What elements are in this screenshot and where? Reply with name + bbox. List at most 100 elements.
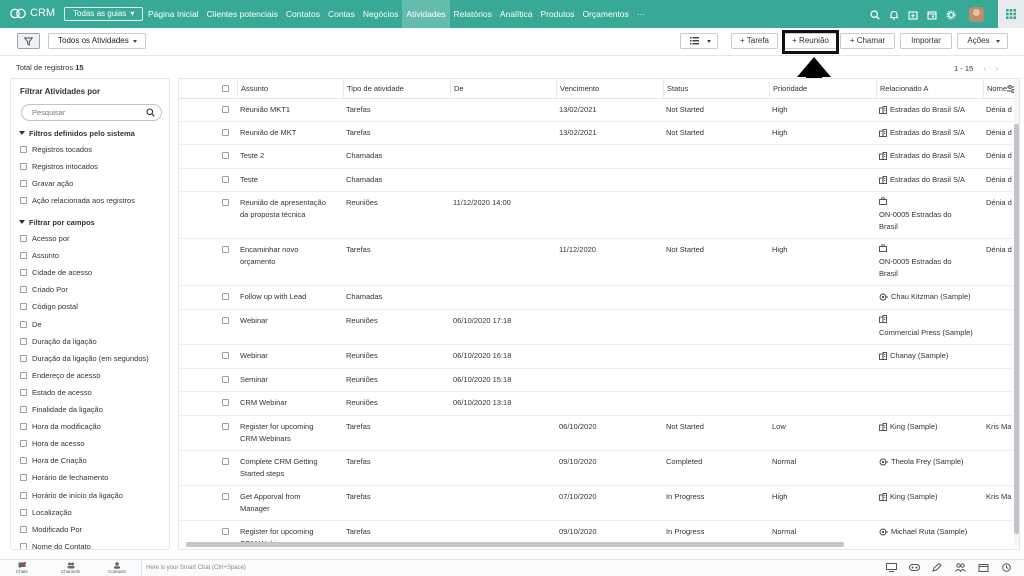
import-button[interactable]: Importar — [900, 33, 952, 49]
row-checkbox[interactable] — [222, 528, 229, 535]
tab-8[interactable]: Produtos — [536, 0, 578, 28]
row-checkbox[interactable] — [222, 176, 229, 183]
related-to-cell[interactable]: Chau Kitzman (Sample) — [879, 291, 980, 305]
subject-cell[interactable]: Get Apporval from Manager — [240, 491, 340, 515]
filter-checkbox[interactable] — [20, 286, 27, 294]
field-filter-item[interactable]: Estado de acesso — [20, 388, 92, 397]
table-row[interactable]: Reunião de apresentação da proposta técn… — [179, 192, 1019, 239]
filter-checkbox[interactable] — [20, 474, 27, 482]
related-to-cell[interactable]: King (Sample) — [879, 421, 980, 435]
row-checkbox[interactable] — [222, 129, 229, 136]
field-filter-item[interactable]: De — [20, 320, 42, 329]
calendar-add-icon[interactable] — [906, 8, 919, 21]
row-checkbox[interactable] — [222, 376, 229, 383]
chats-button[interactable]: Chats — [16, 562, 28, 574]
row-checkbox[interactable] — [222, 352, 229, 359]
system-filter-item[interactable]: Ação relacionada aos registros — [20, 196, 135, 205]
edit-icon[interactable] — [932, 563, 943, 572]
related-to-cell[interactable]: Estradas do Brasil S/A — [879, 104, 980, 118]
tab-7[interactable]: Analítica — [496, 0, 537, 28]
field-filter-item[interactable]: Código postal — [20, 302, 78, 311]
tab-4[interactable]: Negócios — [359, 0, 402, 28]
screen-share-icon[interactable] — [886, 563, 897, 572]
related-to-cell[interactable]: Theola Frey (Sample) — [879, 456, 980, 470]
field-filter-item[interactable]: Hora da modificação — [20, 422, 101, 431]
field-filter-item[interactable]: Modificado Por — [20, 525, 82, 534]
field-filter-item[interactable]: Horário de início da ligação — [20, 491, 123, 500]
field-filter-item[interactable]: Assunto — [20, 251, 59, 260]
view-select[interactable]: Todos os Atividades — [48, 33, 146, 49]
subject-cell[interactable]: Complete CRM Getting Started steps — [240, 456, 340, 480]
subject-cell[interactable]: Reunião MKT1 — [240, 104, 340, 116]
system-filter-item[interactable]: Gravar ação — [20, 179, 73, 188]
add-task-button[interactable]: + Tarefa — [731, 33, 778, 49]
gear-icon[interactable] — [944, 8, 957, 21]
tab-0[interactable]: Página Inicial — [144, 0, 203, 28]
row-checkbox[interactable] — [222, 423, 229, 430]
subject-cell[interactable]: CRM Webinar — [240, 397, 340, 409]
prev-page-button[interactable]: ‹ — [983, 64, 986, 73]
field-filter-item[interactable]: Acesso por — [20, 234, 70, 243]
filter-checkbox[interactable] — [20, 423, 27, 431]
field-filter-item[interactable]: Horário de fechamento — [20, 473, 108, 482]
filter-checkbox[interactable] — [20, 146, 27, 153]
filter-checkbox[interactable] — [20, 525, 27, 533]
clock-icon[interactable] — [1001, 563, 1012, 572]
field-filter-item[interactable]: Finalidade da ligação — [20, 405, 103, 414]
system-filter-item[interactable]: Registros tocados — [20, 145, 92, 154]
horizontal-scrollbar[interactable] — [182, 542, 1012, 547]
tab-2[interactable]: Contatos — [282, 0, 324, 28]
filter-checkbox[interactable] — [20, 371, 27, 379]
row-checkbox[interactable] — [222, 152, 229, 159]
tab-1[interactable]: Clientes potenciais — [203, 0, 282, 28]
column-header[interactable]: De — [450, 79, 556, 99]
filter-checkbox[interactable] — [20, 508, 27, 516]
filter-checkbox[interactable] — [20, 388, 27, 396]
subject-cell[interactable]: Follow up with Lead — [240, 291, 340, 303]
filter-checkbox[interactable] — [20, 303, 27, 311]
table-row[interactable]: Get Apporval from Manager Tarefas 07/10/20… — [179, 486, 1019, 521]
search-icon[interactable] — [868, 8, 881, 21]
next-page-button[interactable]: › — [996, 64, 999, 73]
subject-cell[interactable]: Reunião de MKT — [240, 127, 340, 139]
system-filters-section[interactable]: Filtros definidos pelo sistema — [19, 129, 135, 138]
filter-checkbox[interactable] — [20, 269, 27, 277]
subject-cell[interactable]: Register for upcoming CRM Webinars — [240, 421, 340, 445]
filter-search-input[interactable]: Pesquisar — [21, 104, 162, 121]
subject-cell[interactable]: Teste 2 — [240, 150, 340, 162]
filter-checkbox[interactable] — [20, 235, 27, 242]
related-to-cell[interactable]: Chanay (Sample) — [879, 350, 980, 364]
related-to-cell[interactable]: Estradas do Brasil S/A — [879, 127, 980, 141]
related-to-cell[interactable]: Estradas do Brasil S/A — [879, 150, 980, 164]
field-filter-item[interactable]: Localização — [20, 508, 72, 517]
user-avatar[interactable] — [969, 7, 984, 22]
related-to-cell[interactable]: Estradas do Brasil S/A — [879, 174, 980, 188]
table-row[interactable]: Webinar Reuniões 06/10/2020 16:18 Chanay (S… — [179, 345, 1019, 369]
row-checkbox[interactable] — [222, 317, 229, 324]
field-filter-item[interactable]: Duração da ligação (em segundos) — [20, 354, 149, 363]
tab-5[interactable]: Atividades — [402, 0, 450, 28]
smart-chat-input[interactable]: Here is your Smart Chat (Ctrl+Space) — [141, 560, 246, 576]
horizontal-scroll-thumb[interactable] — [186, 542, 844, 547]
row-checkbox[interactable] — [222, 246, 229, 253]
table-row[interactable]: Register for upcoming CRM Webinars Tarefa… — [179, 416, 1019, 451]
filter-checkbox[interactable] — [20, 163, 27, 170]
filter-checkbox[interactable] — [20, 491, 27, 499]
column-header[interactable]: Vencimento — [556, 79, 663, 99]
related-to-cell[interactable]: ON-0005 Estradas do Brasil — [879, 244, 980, 280]
table-row[interactable]: CRM Webinar Reuniões 06/10/2020 13:18 — [179, 392, 1019, 416]
contacts-button[interactable]: Contacts — [108, 562, 126, 574]
row-checkbox[interactable] — [222, 399, 229, 406]
table-row[interactable]: Webinar Reuniões 06/10/2020 17:18 Commercia… — [179, 310, 1019, 345]
filter-checkbox[interactable] — [20, 180, 27, 187]
row-checkbox[interactable] — [222, 199, 229, 206]
field-filter-item[interactable]: Criado Por — [20, 285, 68, 294]
related-to-cell[interactable]: King (Sample) — [879, 491, 980, 505]
system-filter-item[interactable]: Registros intocados — [20, 162, 98, 171]
select-all-checkbox[interactable] — [222, 85, 229, 92]
row-checkbox[interactable] — [222, 493, 229, 500]
field-filters-section[interactable]: Filtrar por campos — [19, 218, 95, 227]
field-filter-item[interactable]: Cidade de acesso — [20, 268, 92, 277]
table-row[interactable]: Teste 2 Chamadas Estradas do Brasil S/A Dén… — [179, 145, 1019, 169]
field-filter-item[interactable]: Duração da ligação — [20, 337, 97, 346]
